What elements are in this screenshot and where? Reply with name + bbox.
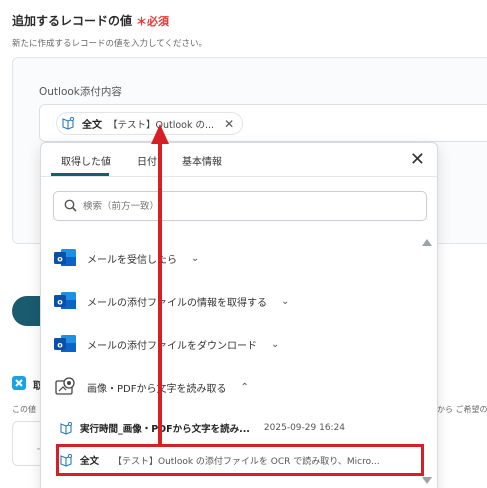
ocr-icon	[53, 375, 77, 399]
x-icon	[12, 376, 26, 390]
active-tab-indicator	[51, 173, 109, 176]
chevron-up-icon: ⌃	[240, 381, 249, 393]
value-picker-dropdown: 取得した値 日付 基本情報 ✕ o メールを受信したら ⌄ o メールの添付ファ…	[40, 142, 438, 488]
annotation-arrow-shaft	[158, 142, 162, 447]
svg-text:o: o	[57, 341, 63, 350]
step-label: メールの添付ファイルをダウンロード	[87, 340, 257, 352]
chevron-down-icon: ⌄	[191, 252, 200, 264]
scroll-up-arrow[interactable]	[422, 239, 432, 246]
tab-basic-info[interactable]: 基本情報	[182, 153, 222, 168]
chip-name: 全文	[82, 120, 102, 131]
step-label: 画像・PDFから文字を読み取る	[87, 383, 227, 395]
value-chip[interactable]: 全文 【テスト】Outlook の... ✕	[56, 112, 244, 135]
search-box[interactable]	[53, 191, 427, 221]
section-title: 追加するレコードの値 ＊必須	[12, 12, 169, 29]
svg-text:o: o	[57, 255, 63, 264]
outlook-icon: o	[53, 246, 77, 270]
field-label: Outlook添付内容	[39, 86, 122, 98]
step-label: メールの添付ファイルの情報を取得する	[87, 297, 267, 309]
bottom-description-left: この値	[12, 405, 36, 414]
annotation-highlight-box	[56, 444, 424, 476]
close-icon[interactable]: ✕	[410, 151, 425, 169]
chevron-down-icon: ⌄	[281, 295, 290, 307]
close-icon[interactable]: ✕	[224, 117, 234, 131]
result-execution-time[interactable]: 実行時間_画像・PDFから文字を読み... 2025-09-29 16:24	[55, 415, 425, 441]
step-download-attachment[interactable]: o メールの添付ファイルをダウンロード ⌄	[53, 331, 279, 357]
svg-text:o: o	[57, 298, 63, 307]
bottom-description-right: から ご希望の	[437, 405, 487, 414]
tab-acquired-values[interactable]: 取得した値	[61, 153, 111, 168]
search-icon	[64, 197, 77, 216]
step-ocr[interactable]: 画像・PDFから文字を読み取る ⌃	[53, 374, 249, 400]
outlook-icon: o	[53, 289, 77, 313]
tab-bar: 取得した値 日付 基本情報 ✕	[41, 143, 437, 177]
required-mark: ＊必須	[136, 15, 170, 28]
result-value: 2025-09-29 16:24	[263, 423, 346, 433]
scroll-down-arrow[interactable]	[422, 477, 432, 484]
section-description: 新たに作成するレコードの値を入力してください。	[12, 39, 207, 49]
search-input[interactable]	[83, 200, 383, 212]
step-get-attachment-info[interactable]: o メールの添付ファイルの情報を取得する ⌄	[53, 288, 289, 314]
document-icon	[61, 116, 76, 131]
step-label: メールを受信したら	[87, 254, 177, 266]
section-title-text: 追加するレコードの値	[12, 14, 133, 28]
result-name: 実行時間_画像・PDFから文字を読み...	[80, 424, 250, 435]
chevron-down-icon: ⌄	[271, 338, 280, 350]
annotation-arrow-head	[151, 124, 169, 144]
tab-date[interactable]: 日付	[137, 153, 157, 168]
document-icon	[59, 421, 74, 436]
outlook-icon: o	[53, 332, 77, 356]
step-mail-received[interactable]: o メールを受信したら ⌄	[53, 245, 199, 271]
